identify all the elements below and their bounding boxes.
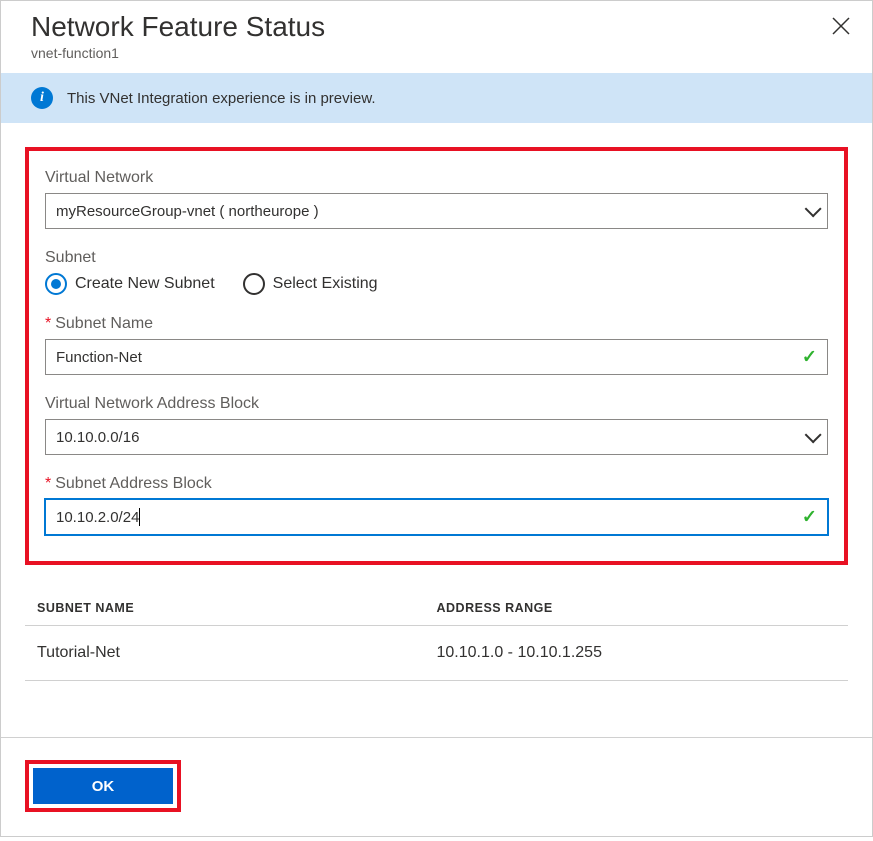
vnet-block-field: Virtual Network Address Block 10.10.0.0/… [45, 395, 828, 455]
info-icon: i [31, 87, 53, 109]
table-row: Tutorial-Net 10.10.1.0 - 10.10.1.255 [25, 626, 848, 681]
text-cursor [139, 508, 140, 526]
vnet-block-select[interactable]: 10.10.0.0/16 [45, 419, 828, 455]
form-highlight-box: Virtual Network myResourceGroup-vnet ( n… [25, 147, 848, 565]
chevron-down-icon [805, 426, 822, 443]
panel-header: Network Feature Status vnet-function1 [1, 1, 872, 73]
required-marker: * [45, 475, 51, 492]
radio-select-existing[interactable]: Select Existing [243, 273, 378, 295]
subnet-name-field: *Subnet Name Function-Net ✓ [45, 315, 828, 375]
close-icon[interactable] [830, 11, 852, 45]
subnet-mode-label: Subnet [45, 249, 828, 267]
vnet-select[interactable]: myResourceGroup-vnet ( northeurope ) [45, 193, 828, 229]
cell-address-range: 10.10.1.0 - 10.10.1.255 [437, 644, 849, 662]
ok-highlight-box: OK [25, 760, 181, 812]
vnet-label: Virtual Network [45, 169, 828, 187]
vnet-block-value: 10.10.0.0/16 [56, 429, 139, 446]
vnet-block-label: Virtual Network Address Block [45, 395, 828, 413]
column-header-name: SUBNET NAME [25, 601, 437, 615]
radio-create-new-subnet[interactable]: Create New Subnet [45, 273, 215, 295]
form-content: Virtual Network myResourceGroup-vnet ( n… [1, 123, 872, 705]
vnet-field: Virtual Network myResourceGroup-vnet ( n… [45, 169, 828, 229]
subnet-block-value: 10.10.2.0/24 [56, 509, 139, 526]
column-header-range: ADDRESS RANGE [437, 601, 849, 615]
panel-title: Network Feature Status [31, 11, 325, 43]
subnet-table: SUBNET NAME ADDRESS RANGE Tutorial-Net 1… [25, 591, 848, 681]
required-marker: * [45, 315, 51, 332]
subnet-mode-field: Subnet Create New Subnet Select Existing [45, 249, 828, 295]
ok-button[interactable]: OK [33, 768, 173, 804]
validation-check-icon: ✓ [802, 347, 817, 368]
subnet-block-field: *Subnet Address Block 10.10.2.0/24 ✓ [45, 475, 828, 535]
network-feature-panel: Network Feature Status vnet-function1 i … [0, 0, 873, 837]
radio-button-icon [243, 273, 265, 295]
info-message: This VNet Integration experience is in p… [67, 90, 376, 107]
table-header: SUBNET NAME ADDRESS RANGE [25, 591, 848, 626]
panel-subtitle: vnet-function1 [31, 45, 325, 61]
radio-existing-label: Select Existing [273, 275, 378, 293]
cell-subnet-name: Tutorial-Net [25, 644, 437, 662]
panel-footer: OK [1, 737, 872, 836]
radio-create-label: Create New Subnet [75, 275, 215, 293]
validation-check-icon: ✓ [802, 507, 817, 528]
subnet-name-label: *Subnet Name [45, 315, 828, 333]
info-bar: i This VNet Integration experience is in… [1, 73, 872, 123]
subnet-block-label: *Subnet Address Block [45, 475, 828, 493]
subnet-name-value: Function-Net [56, 349, 142, 366]
chevron-down-icon [805, 200, 822, 217]
radio-button-icon [45, 273, 67, 295]
vnet-value: myResourceGroup-vnet ( northeurope ) [56, 203, 319, 220]
subnet-name-input[interactable]: Function-Net ✓ [45, 339, 828, 375]
subnet-block-input[interactable]: 10.10.2.0/24 ✓ [45, 499, 828, 535]
